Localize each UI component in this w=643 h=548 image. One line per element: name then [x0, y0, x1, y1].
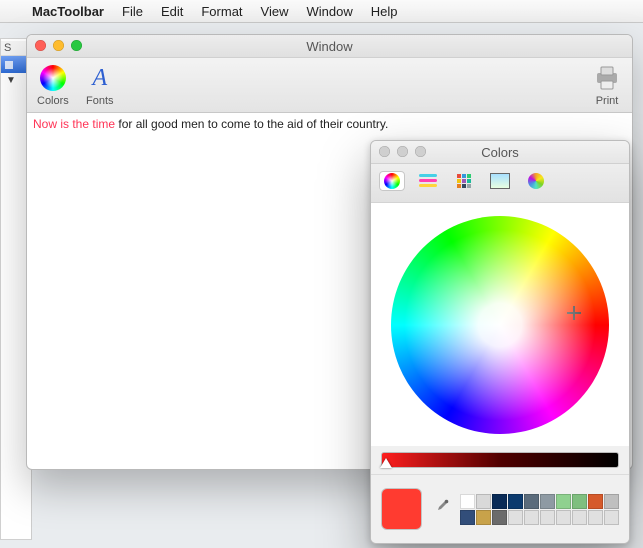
swatch-11[interactable]	[476, 510, 491, 525]
print-tool[interactable]: Print	[592, 63, 622, 107]
font-icon: A	[85, 63, 115, 93]
color-palettes-tab[interactable]	[451, 171, 477, 191]
minimize-window-button[interactable]	[53, 40, 64, 51]
swatch-grid	[460, 494, 619, 525]
swatch-6[interactable]	[556, 494, 571, 509]
palette-icon	[457, 174, 471, 188]
swatch-3[interactable]	[508, 494, 523, 509]
swatch-9[interactable]	[604, 494, 619, 509]
swatch-17[interactable]	[572, 510, 587, 525]
colors-panel: Colors	[370, 140, 630, 544]
menu-window[interactable]: Window	[306, 4, 352, 19]
image-icon	[490, 173, 510, 189]
swatch-13[interactable]	[508, 510, 523, 525]
print-tool-label: Print	[596, 95, 619, 107]
sliders-icon	[419, 174, 437, 188]
printer-icon	[592, 63, 622, 93]
swatch-8[interactable]	[588, 494, 603, 509]
swatch-5[interactable]	[540, 494, 555, 509]
fonts-tool-label: Fonts	[86, 95, 114, 107]
text-highlighted-span: Now is the time	[33, 117, 115, 131]
swatch-12[interactable]	[492, 510, 507, 525]
menu-help[interactable]: Help	[371, 4, 398, 19]
app-menu[interactable]: MacToolbar	[32, 4, 104, 19]
text-rest-span: for all good men to come to the aid of t…	[115, 117, 388, 131]
swatch-14[interactable]	[524, 510, 539, 525]
eyedropper-button[interactable]	[432, 499, 450, 520]
color-wheel-area	[371, 203, 629, 446]
color-wheel-icon	[384, 173, 400, 189]
fonts-tool[interactable]: A Fonts	[85, 63, 115, 107]
text-content-area[interactable]: Now is the time for all good men to come…	[27, 113, 632, 137]
window-title: Window	[306, 39, 352, 54]
color-wheel[interactable]	[391, 216, 609, 434]
color-picker-mode-tabs	[371, 164, 629, 203]
menu-view[interactable]: View	[261, 4, 289, 19]
colors-panel-title: Colors	[481, 145, 519, 160]
brightness-slider-thumb[interactable]	[380, 458, 392, 468]
current-color-swatch[interactable]	[381, 488, 422, 530]
window-titlebar: Window	[27, 35, 632, 58]
traffic-lights	[35, 40, 82, 51]
colors-close-button[interactable]	[379, 146, 390, 157]
close-window-button[interactable]	[35, 40, 46, 51]
swatch-area	[371, 474, 629, 543]
swatch-2[interactable]	[492, 494, 507, 509]
swatch-19[interactable]	[604, 510, 619, 525]
crayons-tab[interactable]	[523, 171, 549, 191]
color-wheel-icon	[38, 63, 68, 93]
colors-minimize-button[interactable]	[397, 146, 408, 157]
color-sliders-tab[interactable]	[415, 171, 441, 191]
swatch-7[interactable]	[572, 494, 587, 509]
colors-panel-titlebar: Colors	[371, 141, 629, 164]
color-wheel-tab[interactable]	[379, 171, 405, 191]
colors-zoom-button[interactable]	[415, 146, 426, 157]
swatch-1[interactable]	[476, 494, 491, 509]
colors-tool-label: Colors	[37, 95, 69, 107]
image-palettes-tab[interactable]	[487, 171, 513, 191]
colors-tool[interactable]: Colors	[37, 63, 69, 107]
color-wheel-crosshair	[567, 306, 581, 320]
swatch-15[interactable]	[540, 510, 555, 525]
swatch-18[interactable]	[588, 510, 603, 525]
brightness-row	[371, 446, 629, 474]
menu-format[interactable]: Format	[201, 4, 242, 19]
window-toolbar: Colors A Fonts Print	[27, 58, 632, 113]
swatch-10[interactable]	[460, 510, 475, 525]
colors-panel-traffic-lights	[379, 146, 426, 157]
swatch-0[interactable]	[460, 494, 475, 509]
menu-file[interactable]: File	[122, 4, 143, 19]
system-menubar: MacToolbar File Edit Format View Window …	[0, 0, 643, 23]
menu-edit[interactable]: Edit	[161, 4, 183, 19]
crayons-icon	[528, 173, 544, 189]
swatch-4[interactable]	[524, 494, 539, 509]
brightness-slider[interactable]	[381, 452, 619, 468]
zoom-window-button[interactable]	[71, 40, 82, 51]
swatch-16[interactable]	[556, 510, 571, 525]
